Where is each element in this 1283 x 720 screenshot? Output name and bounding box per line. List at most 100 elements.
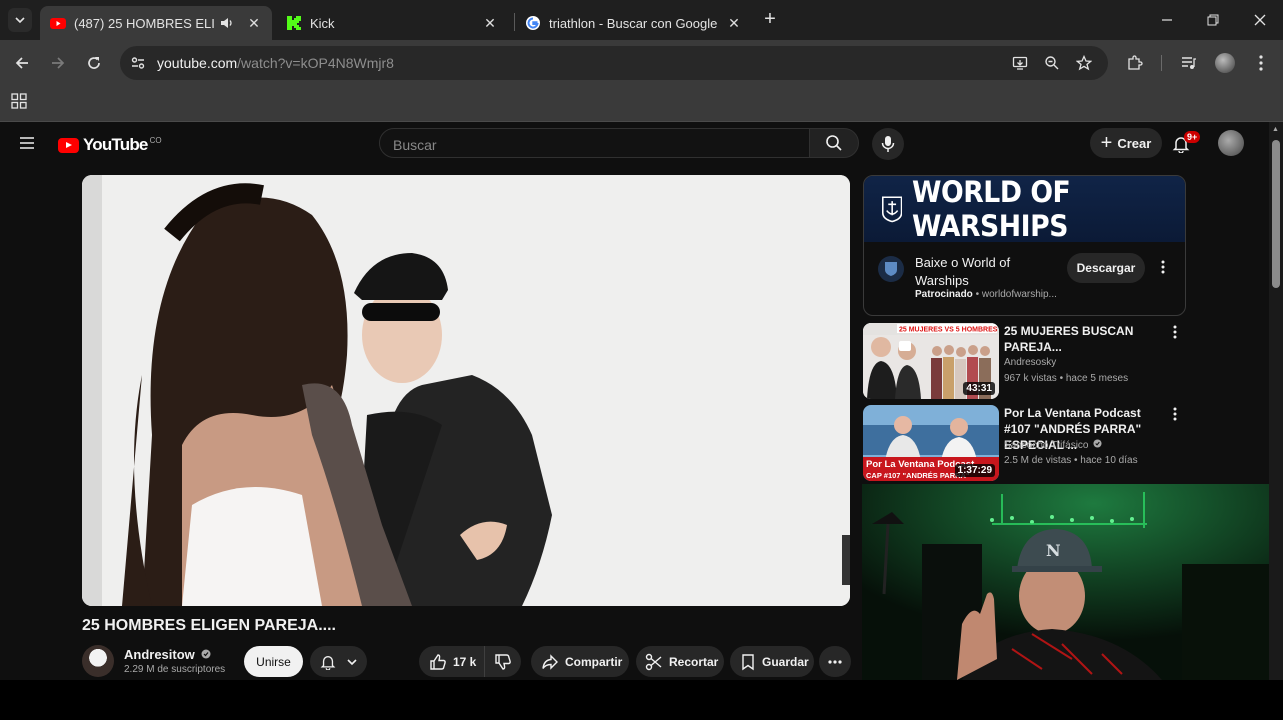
close-window-button[interactable] <box>1240 6 1280 34</box>
recommended-menu-button[interactable] <box>1171 325 1179 341</box>
recommended-channel-row: Sancocho Trifásico <box>1004 439 1102 451</box>
recommended-channel: Sancocho Trifásico <box>1004 440 1089 451</box>
subscriber-count: 2.29 M de suscriptores <box>124 664 226 675</box>
more-horizontal-icon <box>828 659 842 664</box>
scrollbar-thumb[interactable] <box>1272 140 1280 288</box>
clip-button[interactable]: Recortar <box>636 646 724 677</box>
restore-icon <box>1207 14 1219 26</box>
close-tab-icon[interactable]: ✕ <box>246 15 262 31</box>
media-controls-button[interactable] <box>1175 49 1203 77</box>
more-vertical-icon <box>1259 55 1263 71</box>
address-bar[interactable]: youtube.com/watch?v=kOP4N8Wmjr8 <box>120 46 1108 80</box>
shield-icon <box>885 262 897 276</box>
url-path: /watch?v=kOP4N8Wmjr8 <box>237 55 394 71</box>
video-duration: 43:31 <box>963 382 995 395</box>
site-settings-icon[interactable] <box>130 55 146 71</box>
arrow-left-icon <box>15 57 28 69</box>
back-button[interactable] <box>8 49 36 77</box>
youtube-logo[interactable]: YouTube CO <box>58 135 162 155</box>
dislike-button[interactable] <box>485 646 521 677</box>
bell-icon <box>320 655 335 670</box>
tab-youtube[interactable]: (487) 25 HOMBRES ELIGEN PAREJA ✕ <box>40 6 272 40</box>
search-input[interactable]: Buscar <box>379 128 810 158</box>
tab-google[interactable]: triathlon - Buscar con Google ✕ <box>515 6 752 40</box>
google-icon <box>526 16 540 30</box>
like-button[interactable]: 17 k <box>419 646 485 677</box>
close-tab-icon[interactable]: ✕ <box>482 15 498 31</box>
warships-logo-icon <box>882 196 903 223</box>
more-actions-button[interactable] <box>819 646 851 677</box>
guide-menu-button[interactable] <box>18 134 40 156</box>
tab-title: Kick <box>310 15 335 31</box>
scroll-up-icon[interactable]: ▲ <box>1272 126 1279 133</box>
channel-name[interactable]: Andresitow <box>124 647 211 662</box>
account-avatar[interactable] <box>1218 130 1244 156</box>
video-duration: 1:37:29 <box>954 464 995 477</box>
ad-banner[interactable]: WORLD OF WARSHIPS <box>864 176 1185 243</box>
reload-button[interactable] <box>80 49 108 77</box>
ad-meta: Patrocinado • worldofwarship... <box>915 289 1057 300</box>
bookmark-star-button[interactable] <box>1070 49 1098 77</box>
recommended-title: 25 MUJERES BUSCAN PAREJA... <box>1004 324 1134 354</box>
speaker-icon[interactable] <box>220 16 234 30</box>
share-button[interactable]: Compartir <box>531 646 629 677</box>
scissors-icon <box>645 653 662 670</box>
save-button[interactable]: Guardar <box>730 646 814 677</box>
restore-button[interactable] <box>1193 6 1233 34</box>
notifications-button[interactable]: 9+ <box>1170 131 1201 157</box>
apps-grid-icon <box>11 93 27 109</box>
zoom-button[interactable] <box>1038 49 1066 77</box>
voice-search-button[interactable] <box>872 128 904 160</box>
ad-menu-button[interactable] <box>1161 260 1169 276</box>
profile-button[interactable] <box>1211 49 1239 77</box>
plus-icon: + <box>1100 132 1113 154</box>
video-thumbnail[interactable]: 25 MUJERES VS 5 HOMBRES 43:31 <box>863 323 999 399</box>
webcam-overlay: N <box>862 484 1283 680</box>
install-app-button[interactable] <box>1006 49 1034 77</box>
ad-download-button[interactable]: Descargar <box>1067 253 1145 283</box>
reload-icon <box>88 57 100 69</box>
subscription-bell-button[interactable] <box>310 646 367 677</box>
tab-search-button[interactable] <box>8 8 32 32</box>
verified-icon <box>1093 439 1102 448</box>
recommended-video[interactable]: 25 MUJERES VS 5 HOMBRES 43:31 25 MUJERES… <box>863 323 1186 401</box>
tab-kick[interactable]: Kick ✕ <box>276 6 508 40</box>
zoom-out-icon <box>1045 56 1059 70</box>
forward-button[interactable] <box>44 49 72 77</box>
bookmark-icon <box>742 653 754 670</box>
thumbs-up-icon <box>430 653 446 670</box>
svg-text:N: N <box>1046 541 1061 560</box>
tab-strip: (487) 25 HOMBRES ELIGEN PAREJA ✕ Kick ✕ … <box>0 0 1283 40</box>
browser-menu-button[interactable] <box>1247 49 1275 77</box>
media-queue-icon <box>1182 57 1196 69</box>
join-button[interactable]: Unirse <box>244 646 303 677</box>
more-vertical-icon <box>1173 325 1177 339</box>
new-tab-button[interactable]: + <box>758 8 782 32</box>
chevron-down-icon <box>15 17 25 24</box>
search-icon <box>826 135 842 151</box>
channel-avatar[interactable] <box>82 645 114 677</box>
apps-button[interactable] <box>11 93 29 111</box>
extensions-button[interactable] <box>1121 49 1149 77</box>
ad-domain: worldofwarship... <box>981 289 1057 300</box>
hamburger-icon <box>20 137 34 149</box>
install-icon <box>1012 56 1028 70</box>
share-label: Compartir <box>565 654 623 669</box>
youtube-play-icon <box>58 137 79 153</box>
recommended-video[interactable]: Por La Ventana Podcast CAP #107 "ANDRÉS … <box>863 405 1186 483</box>
thumbnail-caption: 25 MUJERES VS 5 HOMBRES <box>899 327 998 334</box>
recommended-menu-button[interactable] <box>1171 407 1179 423</box>
search-button[interactable] <box>809 128 859 158</box>
create-button[interactable]: + Crear <box>1090 128 1162 158</box>
minimize-button[interactable] <box>1147 6 1187 34</box>
video-thumbnail[interactable]: Por La Ventana Podcast CAP #107 "ANDRÉS … <box>863 405 999 481</box>
url-text: youtube.com/watch?v=kOP4N8Wmjr8 <box>157 55 394 71</box>
screen-bottom-bar <box>0 680 1283 720</box>
like-count: 17 k <box>453 654 477 669</box>
video-player[interactable] <box>82 175 850 606</box>
sponsored-ad[interactable]: WORLD OF WARSHIPS Baixe o World of Warsh… <box>863 175 1186 316</box>
page-scrollbar[interactable]: ▲ <box>1269 122 1283 680</box>
close-tab-icon[interactable]: ✕ <box>726 15 742 31</box>
youtube-icon <box>50 18 66 29</box>
channel-name-text: Andresitow <box>124 647 195 662</box>
